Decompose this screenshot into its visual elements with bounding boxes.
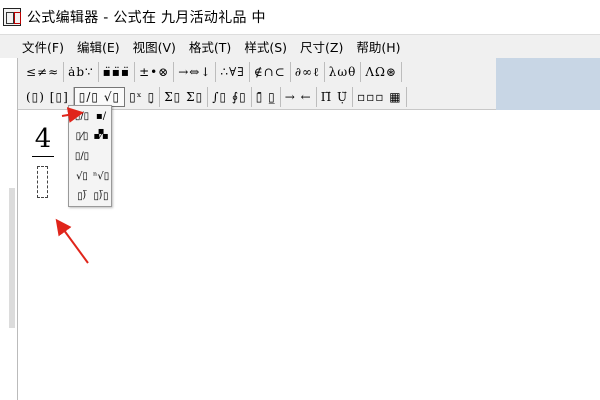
arrow-to-fraction-template	[61, 107, 84, 123]
annotation-arrows	[55, 107, 89, 264]
arrow-to-denominator	[55, 218, 89, 264]
